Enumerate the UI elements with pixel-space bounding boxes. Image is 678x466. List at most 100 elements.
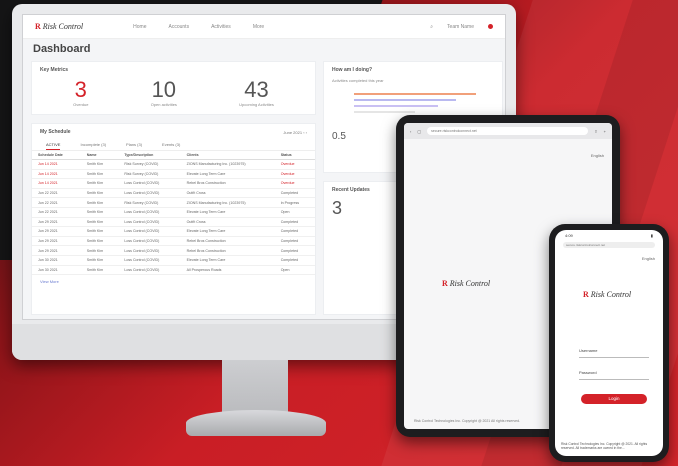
username-field[interactable]: Username	[579, 348, 649, 358]
password-label: Password	[579, 370, 597, 375]
chevron-right-icon[interactable]: ›	[306, 130, 307, 135]
table-row[interactable]: Jun 22 2021 Smith Kim Loss Control (COVID)…	[32, 188, 315, 199]
page-title: Dashboard	[33, 43, 91, 55]
table-cell: Loss Control (COVID)	[118, 217, 181, 228]
metric-row: 3 Overdue 10 Open activities 43 Upcoming…	[32, 78, 315, 108]
table-row[interactable]: Jun 22 2021 Smith Kim Loss Control (COVID)…	[32, 207, 315, 218]
table-row[interactable]: Jun 14 2021 Smith Kim Risk Survey (COVID) E…	[32, 169, 315, 180]
schedule-panel: My Schedule June 2021 ‹ › ACTIVE Incompl…	[31, 123, 316, 315]
tab-incomplete[interactable]: Incomplete (3)	[80, 140, 106, 150]
schedule-period-label: June 2021	[283, 129, 303, 135]
avatar[interactable]	[488, 24, 493, 29]
back-icon[interactable]: ‹	[410, 129, 411, 134]
phone-language-select[interactable]: English	[642, 256, 655, 261]
share-icon[interactable]: ⇪	[594, 129, 597, 134]
progress-title: How am I doing?	[332, 67, 372, 73]
metric-upcoming[interactable]: 43 Upcoming Activities	[239, 78, 274, 108]
phone-footer: Risk Control Technologies Inc. Copyright…	[561, 442, 648, 450]
column-header[interactable]: Type/Description	[118, 151, 181, 160]
table-cell: Jun 29 2021	[32, 245, 81, 256]
key-metrics-title: Key Metrics	[40, 67, 69, 73]
table-cell: Completed	[274, 188, 315, 199]
table-cell: Open	[274, 265, 315, 276]
tab-plans[interactable]: Plans (3)	[126, 140, 142, 150]
tablet-footer: Risk Control Technologies Inc. Copyright…	[414, 419, 521, 423]
brand-name: Risk Control	[449, 279, 491, 288]
table-cell: Jun 29 2021	[32, 217, 81, 228]
new-tab-icon[interactable]: +	[604, 129, 606, 134]
table-header-row: Schedule Date Name Type/Description Clie…	[32, 151, 315, 160]
table-row[interactable]: Jun 29 2021 Smith Kim Loss Control (COVID)…	[32, 217, 315, 228]
nav-item-activities[interactable]: Activities	[211, 24, 231, 30]
table-cell: Smith Kim	[80, 178, 119, 189]
phone-brand-logo: R Risk Control	[583, 290, 631, 299]
table-row[interactable]: Jun 22 2021 Smith Kim Risk Survey (COVID) Z…	[32, 197, 315, 208]
progress-bar	[354, 99, 456, 101]
table-cell: Smith Kim	[80, 255, 119, 266]
tabs-icon[interactable]: ▢	[417, 129, 421, 134]
column-header[interactable]: Status	[274, 151, 315, 160]
table-cell: Outfit Cross	[180, 188, 275, 199]
table-cell: Smith Kim	[80, 188, 119, 199]
table-row[interactable]: Jun 14 2021 Smith Kim Risk Survey (COVID) Z…	[32, 159, 315, 170]
table-row[interactable]: Jun 29 2021 Smith Kim Loss Control (COVID)…	[32, 236, 315, 247]
progress-bar	[354, 105, 439, 107]
table-cell: Smith Kim	[80, 265, 119, 276]
chevron-left-icon[interactable]: ‹	[303, 130, 304, 135]
brand-mark-icon: R	[35, 22, 41, 31]
table-cell: Smith Kim	[80, 236, 119, 247]
tablet-url-bar[interactable]: secure.riskcontrolconnect.net	[427, 127, 589, 135]
nav-item-home[interactable]: Home	[133, 24, 146, 30]
table-cell: Elevate Long Term Care	[180, 169, 275, 180]
table-row[interactable]: Jun 14 2021 Smith Kim Loss Control (COVID)…	[32, 178, 315, 189]
schedule-body: Jun 14 2021 Smith Kim Risk Survey (COVID) Z…	[32, 159, 315, 276]
table-cell: Jun 14 2021	[32, 159, 81, 170]
view-more-link[interactable]: View More	[32, 275, 315, 288]
column-header[interactable]: Clients	[180, 151, 275, 160]
tablet-language-select[interactable]: English	[591, 153, 604, 158]
nav-user-name[interactable]: Team Name	[447, 24, 474, 30]
nav-item-more[interactable]: More	[253, 24, 264, 30]
table-row[interactable]: Jun 30 2021 Smith Kim Loss Control (COVID)…	[32, 265, 315, 276]
table-cell: In Progress	[274, 197, 315, 208]
table-cell: Loss Control (COVID)	[118, 245, 181, 256]
metric-overdue[interactable]: 3 Overdue	[73, 78, 88, 108]
login-button[interactable]: Login	[581, 394, 647, 404]
battery-icon: ▮	[650, 232, 653, 238]
table-cell: Loss Control (COVID)	[118, 178, 181, 189]
table-row[interactable]: Jun 30 2021 Smith Kim Loss Control (COVID)…	[32, 255, 315, 266]
progress-bar	[354, 111, 416, 113]
brand-logo[interactable]: R Risk Control	[35, 22, 83, 31]
table-cell: Rebel Bros Construction	[180, 245, 275, 256]
tab-events[interactable]: Events (3)	[162, 140, 180, 150]
table-cell: Loss Control (COVID)	[118, 226, 181, 237]
tab-active[interactable]: ACTIVE	[46, 140, 61, 150]
metric-open-activities[interactable]: 10 Open activities	[151, 78, 177, 108]
search-icon[interactable]: ⌕	[430, 24, 433, 30]
schedule-table: Schedule Date Name Type/Description Clie…	[32, 151, 315, 276]
nav-item-accounts[interactable]: Accounts	[169, 24, 190, 30]
schedule-period[interactable]: June 2021 ‹ ›	[283, 130, 307, 135]
username-label: Username	[579, 348, 598, 353]
table-row[interactable]: Jun 29 2021 Smith Kim Loss Control (COVID)…	[32, 226, 315, 237]
brand-mark-icon: R	[583, 290, 589, 299]
phone-url-bar[interactable]: secure.riskcontrolconnect.net	[563, 242, 655, 248]
table-cell: ZIONS Manufacturing Inc. (1023975)	[180, 197, 275, 208]
table-cell: Completed	[274, 245, 315, 256]
table-cell: Risk Survey (COVID)	[118, 169, 181, 180]
nav-items: Home Accounts Activities More	[133, 24, 264, 30]
tablet-browser-bar: ‹ ▢ secure.riskcontrolconnect.net ⇪ +	[404, 123, 612, 139]
brand-name: Risk Control	[590, 290, 632, 299]
table-cell: All Prosperous Roads	[180, 265, 275, 276]
table-cell: Smith Kim	[80, 207, 119, 218]
column-header[interactable]: Schedule Date	[32, 151, 81, 160]
table-cell: Loss Control (COVID)	[118, 207, 181, 218]
table-row[interactable]: Jun 29 2021 Smith Kim Loss Control (COVID)…	[32, 245, 315, 256]
table-cell: Jun 30 2021	[32, 255, 81, 266]
password-field[interactable]: Password	[579, 370, 649, 380]
table-cell: Jun 30 2021	[32, 265, 81, 276]
column-header[interactable]: Name	[80, 151, 119, 160]
brand-mark-icon: R	[442, 279, 448, 288]
table-cell: Smith Kim	[80, 226, 119, 237]
progress-bar	[354, 93, 477, 95]
